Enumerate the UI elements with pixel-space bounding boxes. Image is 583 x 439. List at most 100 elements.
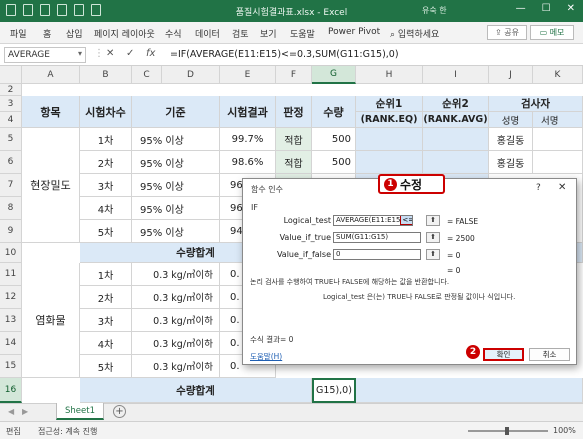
ok-button[interactable]: 확인 bbox=[483, 348, 524, 361]
close-icon[interactable]: ✕ bbox=[558, 182, 566, 193]
collapse-dialog-icon[interactable]: ⬆ bbox=[426, 249, 440, 260]
cancel-icon[interactable]: ✕ bbox=[106, 48, 114, 59]
row-header[interactable]: 3 bbox=[0, 96, 22, 112]
step-number-badge: 1 bbox=[384, 178, 397, 191]
name-box[interactable]: AVERAGE ▾ bbox=[4, 47, 86, 63]
tab-review[interactable]: 검토 bbox=[232, 27, 249, 40]
formula-input[interactable]: =IF(AVERAGE(E11:E15)<=0.3,SUM(G11:G15),0… bbox=[170, 49, 399, 60]
tab-home[interactable]: 홈 bbox=[43, 27, 51, 40]
active-edit-cell[interactable]: G15),0) bbox=[312, 378, 356, 403]
column-header[interactable]: B bbox=[80, 66, 132, 84]
tab-page-layout[interactable]: 페이지 레이아웃 bbox=[94, 27, 155, 40]
column-header-selected[interactable]: G bbox=[312, 66, 356, 84]
group-label: 현장밀도 bbox=[22, 128, 80, 243]
round-cell: 1차 bbox=[80, 263, 132, 286]
help-link[interactable]: 도움말(H) bbox=[250, 351, 282, 362]
column-header[interactable]: E bbox=[220, 66, 276, 84]
tab-data[interactable]: 데이터 bbox=[195, 27, 220, 40]
standard-cell: 0.3 kg/㎥이하 bbox=[132, 286, 220, 309]
row-header[interactable]: 5 bbox=[0, 128, 22, 151]
user-name[interactable]: 유숙 한 bbox=[422, 5, 447, 16]
column-header[interactable]: K bbox=[533, 66, 583, 84]
maximize-icon[interactable]: ☐ bbox=[542, 3, 551, 14]
rank2-cell bbox=[423, 151, 489, 174]
value-if-false-input[interactable]: 0 bbox=[333, 249, 421, 260]
collapse-dialog-icon[interactable]: ⬆ bbox=[426, 232, 440, 243]
column-header[interactable]: I bbox=[423, 66, 489, 84]
select-all-corner[interactable] bbox=[0, 66, 22, 84]
prev-sheet-icon[interactable]: ◀ bbox=[8, 407, 14, 416]
logical-test-input[interactable]: AVERAGE(E11:E15<=0.3 bbox=[333, 215, 413, 226]
memo-button[interactable]: ▭ 메모 bbox=[530, 25, 574, 40]
help-icon[interactable]: ? bbox=[536, 183, 541, 193]
row-header[interactable]: 11 bbox=[0, 263, 22, 286]
arg-result: = 2500 bbox=[447, 234, 475, 243]
row-header[interactable]: 8 bbox=[0, 197, 22, 220]
column-header[interactable]: J bbox=[489, 66, 533, 84]
row-header[interactable]: 12 bbox=[0, 286, 22, 309]
round-cell: 3차 bbox=[80, 174, 132, 197]
header-result: 시험결과 bbox=[220, 96, 276, 128]
round-cell: 2차 bbox=[80, 151, 132, 174]
next-sheet-icon[interactable]: ▶ bbox=[22, 407, 28, 416]
tab-file[interactable]: 파일 bbox=[10, 27, 27, 40]
add-sheet-icon[interactable]: + bbox=[113, 405, 126, 418]
insert-function-icon[interactable]: fx bbox=[146, 48, 155, 59]
total-label: 수량합계 bbox=[80, 378, 312, 403]
row-header[interactable]: 10 bbox=[0, 243, 22, 263]
dialog-title: 함수 인수 bbox=[251, 185, 283, 194]
standard-cell: 0.3 kg/㎥이하 bbox=[132, 263, 220, 286]
inspector-cell: 홍길동 bbox=[489, 151, 533, 174]
row-header[interactable]: 2 bbox=[0, 84, 22, 96]
zoom-level[interactable]: 100% bbox=[553, 426, 576, 435]
row-header[interactable]: 4 bbox=[0, 112, 22, 128]
row-header-selected[interactable]: 16 bbox=[0, 378, 22, 403]
column-header[interactable]: F bbox=[276, 66, 312, 84]
standard-cell: 95% 이상 bbox=[132, 174, 220, 197]
status-bar: 편집 접근성: 계속 진행 100% bbox=[0, 421, 583, 439]
chevron-down-icon[interactable]: ▾ bbox=[78, 49, 82, 58]
value-if-true-input[interactable]: SUM(G11:G15) bbox=[333, 232, 421, 243]
tab-insert[interactable]: 삽입 bbox=[66, 27, 83, 40]
accessibility-status[interactable]: 접근성: 계속 진행 bbox=[38, 426, 97, 437]
standard-cell: 0.3 kg/㎥이하 bbox=[132, 309, 220, 332]
cancel-button[interactable]: 취소 bbox=[529, 348, 570, 361]
minimize-icon[interactable]: — bbox=[516, 3, 526, 14]
column-header[interactable]: A bbox=[22, 66, 80, 84]
formula-bar: AVERAGE ▾ ⋮ ✕ ✓ fx =IF(AVERAGE(E11:E15)<… bbox=[0, 44, 583, 66]
sheet-tab[interactable]: Sheet1 bbox=[56, 403, 104, 420]
tab-formulas[interactable]: 수식 bbox=[165, 27, 182, 40]
tab-view[interactable]: 보기 bbox=[260, 27, 277, 40]
row-header[interactable]: 9 bbox=[0, 220, 22, 243]
standard-cell: 0.3 kg/㎥이하 bbox=[132, 355, 220, 378]
group-label: 염화물 bbox=[22, 263, 80, 378]
step1-callout: 1 수정 bbox=[378, 174, 445, 194]
header-rank1-sub: (RANK.EQ) bbox=[356, 112, 423, 128]
round-cell: 5차 bbox=[80, 355, 132, 378]
column-header[interactable]: D bbox=[162, 66, 220, 84]
arg-label: Value_if_true bbox=[279, 233, 331, 242]
zoom-slider-thumb[interactable] bbox=[505, 427, 509, 435]
tab-help[interactable]: 도움말 bbox=[290, 27, 315, 40]
row-header[interactable]: 14 bbox=[0, 332, 22, 355]
column-header[interactable]: H bbox=[356, 66, 423, 84]
rank1-cell bbox=[356, 151, 423, 174]
edited-text-highlight: <=0.3 bbox=[400, 216, 412, 225]
row-header[interactable]: 15 bbox=[0, 355, 22, 378]
row-header[interactable]: 7 bbox=[0, 174, 22, 197]
mode-indicator: 편집 bbox=[6, 427, 21, 436]
column-header[interactable]: C bbox=[132, 66, 162, 84]
tab-power-pivot[interactable]: Power Pivot bbox=[328, 27, 380, 37]
row-header[interactable]: 6 bbox=[0, 151, 22, 174]
tell-me-search[interactable]: ⌕ 입력하세요 bbox=[390, 27, 439, 40]
close-window-icon[interactable]: ✕ bbox=[567, 3, 575, 14]
step-label: 수정 bbox=[400, 178, 423, 192]
round-cell: 4차 bbox=[80, 197, 132, 220]
row-header[interactable]: 13 bbox=[0, 309, 22, 332]
formula-result: 수식 결과= 0 bbox=[250, 335, 294, 344]
header-standard: 기준 bbox=[132, 96, 220, 128]
collapse-dialog-icon[interactable]: ⬆ bbox=[426, 215, 440, 226]
share-button[interactable]: ⇪ 공유 bbox=[487, 25, 527, 40]
enter-icon[interactable]: ✓ bbox=[126, 48, 134, 59]
sign-cell bbox=[533, 151, 583, 174]
